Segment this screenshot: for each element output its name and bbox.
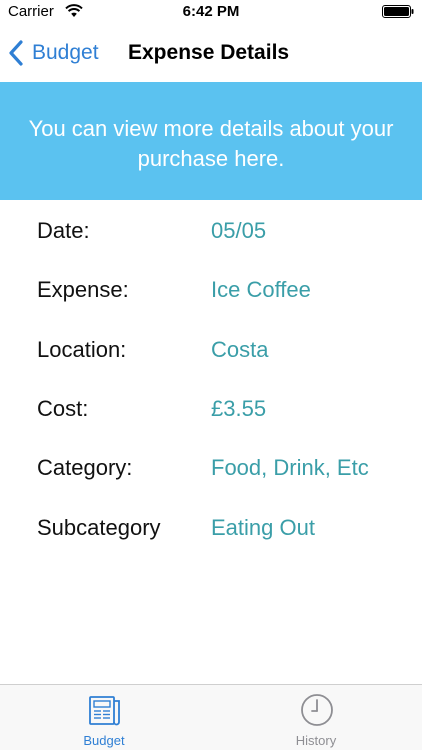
info-banner-line-2: purchase here. bbox=[137, 146, 285, 171]
category-label: Category: bbox=[37, 455, 133, 480]
info-banner: You can view more details about your pur… bbox=[0, 82, 422, 200]
detail-row-subcategory: Subcategory Eating Out bbox=[0, 515, 422, 555]
back-button-label: Budget bbox=[32, 41, 99, 64]
tab-bar: Budget History bbox=[0, 684, 422, 750]
back-button[interactable]: Budget bbox=[8, 38, 99, 68]
detail-row-cost: Cost: £3.55 bbox=[0, 396, 422, 436]
subcategory-value: Eating Out bbox=[211, 515, 315, 540]
date-label: Date: bbox=[37, 218, 90, 243]
detail-row-expense: Expense: Ice Coffee bbox=[0, 277, 422, 317]
location-value: Costa bbox=[211, 337, 269, 362]
location-label: Location: bbox=[37, 337, 127, 362]
tab-budget[interactable]: Budget bbox=[44, 685, 164, 750]
status-bar: Carrier 6:42 PM bbox=[0, 0, 422, 24]
clock-icon bbox=[301, 694, 333, 726]
detail-row-date: Date: 05/05 bbox=[0, 218, 422, 258]
cost-value: £3.55 bbox=[211, 396, 267, 421]
subcategory-label: Subcategory bbox=[37, 515, 161, 540]
detail-row-location: Location: Costa bbox=[0, 337, 422, 377]
info-banner-line-1: You can view more details about your bbox=[28, 116, 394, 141]
category-value: Food, Drink, Etc bbox=[211, 455, 369, 480]
detail-row-category: Category: Food, Drink, Etc bbox=[0, 455, 422, 495]
page-title: Expense Details bbox=[128, 41, 290, 64]
tab-history-label: History bbox=[295, 733, 337, 748]
cost-label: Cost: bbox=[37, 396, 89, 421]
tab-budget-label: Budget bbox=[83, 733, 125, 748]
tab-history[interactable]: History bbox=[256, 685, 376, 750]
date-value: 05/05 bbox=[211, 218, 267, 243]
battery-icon bbox=[382, 5, 414, 18]
chevron-left-icon bbox=[9, 40, 23, 66]
newspaper-icon bbox=[89, 696, 120, 726]
navigation-bar: Budget Expense Details bbox=[0, 24, 422, 82]
expense-value: Ice Coffee bbox=[211, 277, 311, 302]
status-time: 6:42 PM bbox=[182, 3, 240, 20]
expense-label: Expense: bbox=[37, 277, 129, 302]
